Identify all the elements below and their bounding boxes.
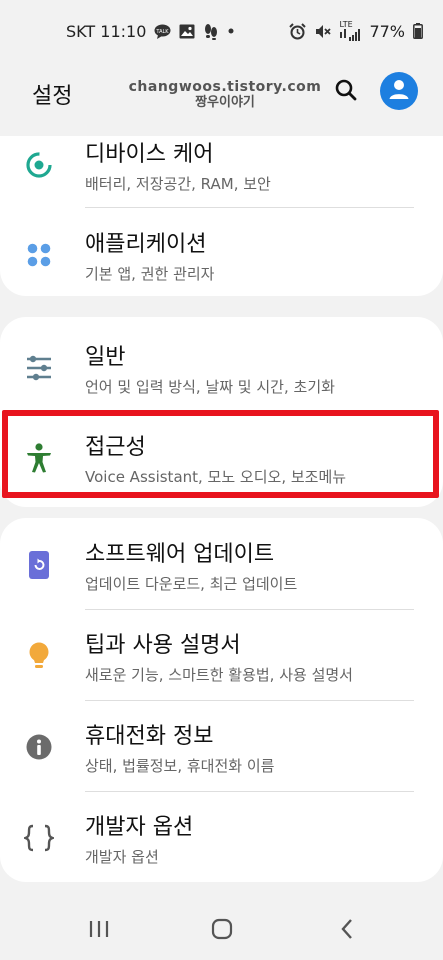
setting-label: 애플리케이션	[85, 232, 207, 257]
setting-label: 팁과 사용 설명서	[85, 633, 241, 658]
signal-icon: LTE	[339, 21, 361, 41]
setting-subtitle: 언어 및 입력 방식, 날짜 및 시간, 초기화	[85, 378, 335, 396]
battery-percent: 77%	[369, 21, 405, 41]
home-icon	[210, 917, 234, 945]
setting-label: 디바이스 케어	[85, 142, 214, 167]
watermark-name: 짱우이야기	[195, 95, 255, 110]
talk-icon: TALK	[154, 24, 171, 39]
info-icon	[22, 730, 56, 764]
profile-button[interactable]	[380, 72, 418, 110]
setting-subtitle: 기본 앱, 권한 관리자	[85, 265, 215, 283]
apps-icon	[22, 238, 56, 272]
watermark: changwoos.tistory.com 짱우이야기	[120, 79, 330, 111]
recent-apps-icon	[88, 919, 110, 943]
setting-subtitle: 개발자 옵션	[85, 848, 159, 866]
setting-subtitle: 업데이트 다운로드, 최근 업데이트	[85, 575, 298, 593]
setting-subtitle: 새로운 기능, 스마트한 활용법, 사용 설명서	[85, 666, 353, 684]
lightbulb-icon	[22, 639, 56, 673]
navigation-bar	[0, 900, 443, 960]
back-icon	[340, 918, 354, 944]
braces-icon	[22, 821, 56, 855]
setting-applications[interactable]: 애플리케이션 기본 앱, 권한 관리자	[0, 208, 443, 296]
dot-icon	[227, 27, 235, 35]
highlight-box	[2, 410, 439, 498]
status-bar: SKT 11:10 TALK LTE 77%	[0, 0, 443, 62]
watermark-url: changwoos.tistory.com	[128, 79, 322, 95]
setting-label: 휴대전화 정보	[85, 724, 214, 749]
setting-label: 일반	[85, 345, 126, 370]
setting-subtitle: 배터리, 저장공간, RAM, 보안	[85, 175, 271, 193]
recent-apps-button[interactable]	[79, 916, 119, 946]
setting-subtitle: 상태, 법률정보, 휴대전화 이름	[85, 757, 275, 775]
carrier-time: SKT 11:10	[66, 21, 147, 41]
sliders-icon	[22, 351, 56, 385]
search-button[interactable]	[330, 76, 362, 108]
home-button[interactable]	[202, 916, 242, 946]
setting-general[interactable]: 일반 언어 및 입력 방식, 날짜 및 시간, 초기화	[0, 321, 443, 413]
settings-card-support: 소프트웨어 업데이트 업데이트 다운로드, 최근 업데이트 팁과 사용 설명서 …	[0, 518, 443, 882]
mute-icon	[314, 23, 332, 40]
account-icon	[387, 77, 411, 105]
search-icon	[334, 78, 358, 106]
setting-device-care[interactable]: 디바이스 케어 배터리, 저장공간, RAM, 보안	[0, 136, 443, 210]
svg-text:TALK: TALK	[156, 29, 170, 35]
setting-software-update[interactable]: 소프트웨어 업데이트 업데이트 다운로드, 최근 업데이트	[0, 518, 443, 610]
page-title: 설정	[32, 84, 73, 109]
setting-label: 소프트웨어 업데이트	[85, 542, 275, 567]
setting-developer-options[interactable]: 개발자 옵션 개발자 옵션	[0, 791, 443, 882]
network-label: LTE	[339, 20, 353, 29]
feet-icon	[203, 23, 219, 40]
alarm-icon	[289, 22, 307, 40]
device-care-icon	[22, 148, 56, 182]
setting-label: 개발자 옵션	[85, 815, 194, 840]
app-header: 설정 changwoos.tistory.com 짱우이야기	[0, 62, 443, 124]
software-update-icon	[22, 548, 56, 582]
battery-icon	[413, 23, 423, 39]
back-button[interactable]	[327, 916, 367, 946]
setting-tips-manual[interactable]: 팁과 사용 설명서 새로운 기능, 스마트한 활용법, 사용 설명서	[0, 609, 443, 701]
settings-card-device: 디바이스 케어 배터리, 저장공간, RAM, 보안 애플리케이션 기본 앱, …	[0, 136, 443, 296]
setting-phone-info[interactable]: 휴대전화 정보 상태, 법률정보, 휴대전화 이름	[0, 700, 443, 792]
gallery-icon	[179, 24, 195, 39]
